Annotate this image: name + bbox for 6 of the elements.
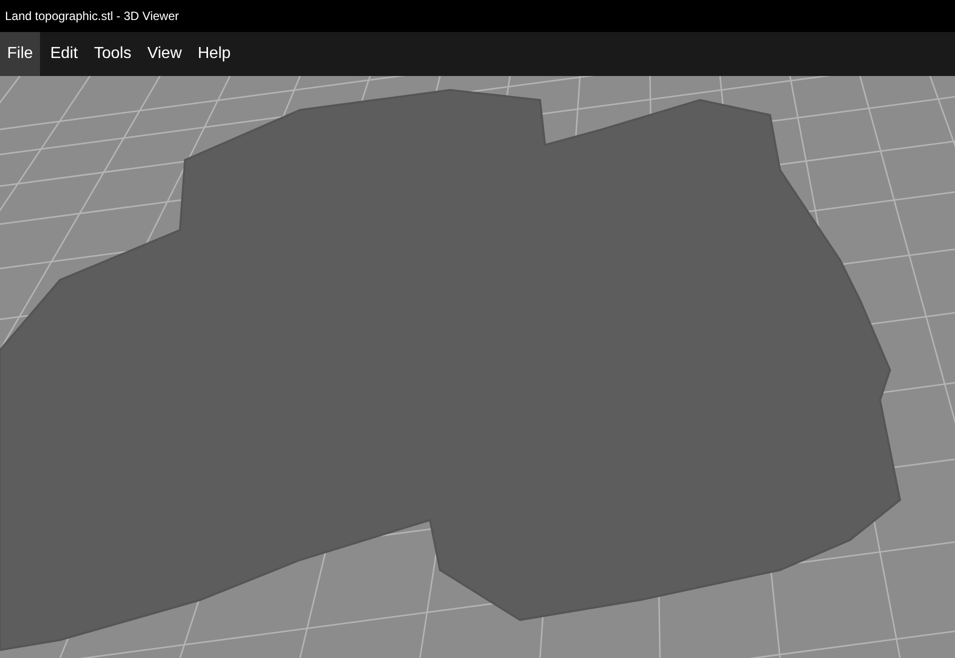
- menu-item[interactable]: Help: [192, 32, 237, 76]
- menu-item[interactable]: File: [0, 32, 40, 76]
- menu-item[interactable]: Tools: [88, 32, 138, 76]
- window-title: Land topographic.stl - 3D Viewer: [5, 8, 179, 25]
- menu-item[interactable]: Edit: [44, 32, 84, 76]
- menu-item[interactable]: View: [141, 32, 188, 76]
